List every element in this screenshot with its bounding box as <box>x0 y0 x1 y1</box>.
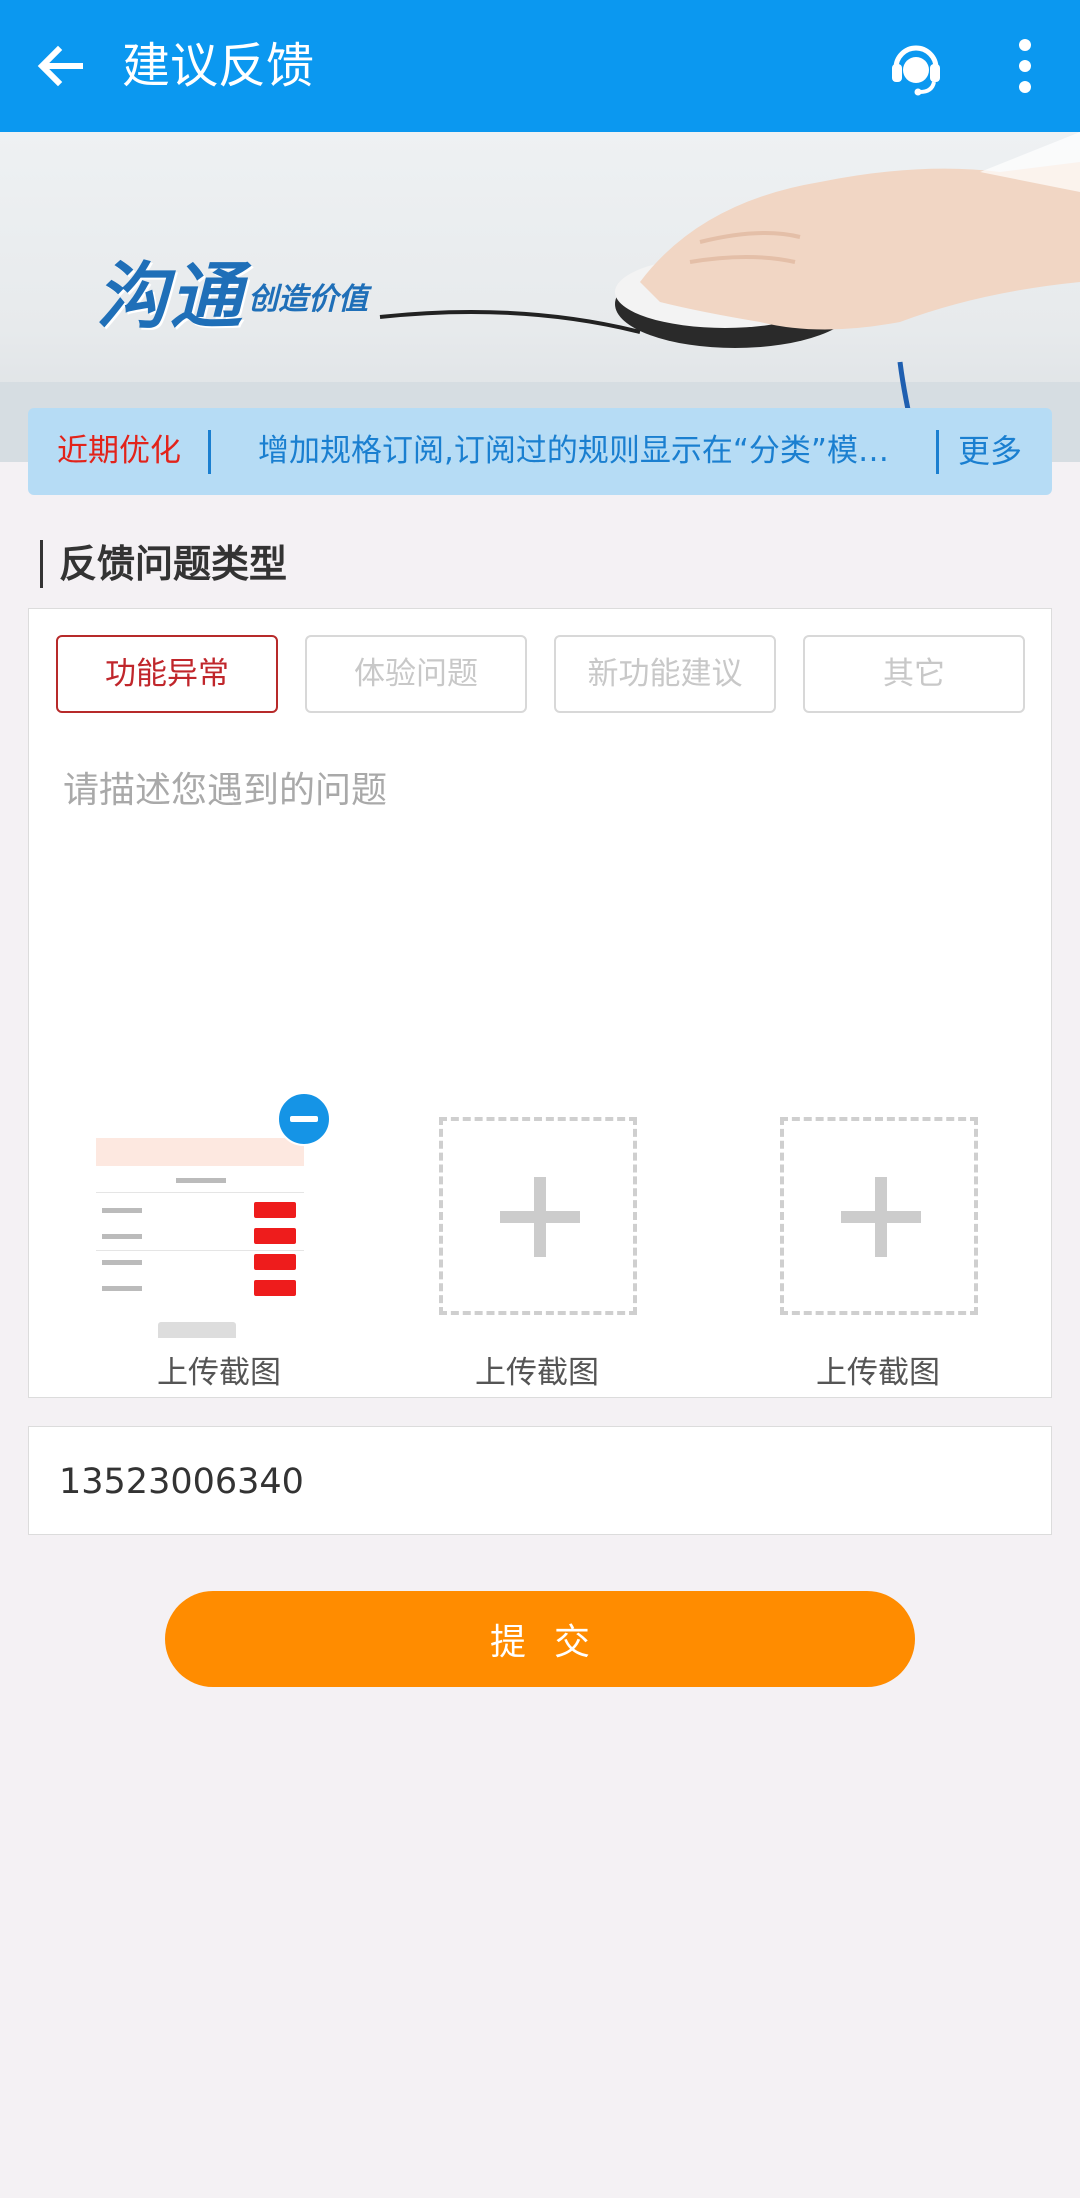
phone-input[interactable] <box>57 1427 1021 1536</box>
minus-icon <box>290 1116 318 1122</box>
page-title: 建议反馈 <box>122 38 315 94</box>
headset-icon <box>892 45 940 96</box>
divider <box>208 430 211 474</box>
description-input[interactable] <box>61 759 1015 1063</box>
type-option-experience[interactable]: 体验问题 <box>305 635 527 713</box>
notice-tag: 近期优化 <box>57 433 181 469</box>
banner-title: 沟通 <box>96 253 245 338</box>
remove-image-button[interactable] <box>277 1092 331 1146</box>
submit-button[interactable]: 提交 <box>165 1591 915 1687</box>
upload-label: 上传截图 <box>157 1355 281 1391</box>
more-vertical-icon <box>1019 39 1031 51</box>
add-image-box[interactable] <box>439 1117 637 1315</box>
contact-field <box>28 1426 1052 1536</box>
notice-text[interactable]: 增加规格订阅,订阅过的规则显示在“分类”模… <box>258 408 938 495</box>
back-button[interactable] <box>30 36 90 96</box>
upload-label: 上传截图 <box>816 1355 940 1391</box>
app-bar: 建议反馈 <box>0 0 1080 132</box>
more-link[interactable]: 更多 <box>958 408 1022 495</box>
section-title: 反馈问题类型 <box>40 540 287 588</box>
screenshot-thumbnail[interactable] <box>96 1138 304 1338</box>
upload-label: 上传截图 <box>475 1355 599 1391</box>
divider <box>936 430 939 474</box>
feedback-card: 功能异常 体验问题 新功能建议 其它 上传截图 上传截图 上传截图 <box>28 608 1052 1398</box>
add-image-box[interactable] <box>780 1117 978 1315</box>
customer-service-button[interactable] <box>884 34 948 98</box>
more-options-button[interactable] <box>1000 34 1050 98</box>
type-option-function-error[interactable]: 功能异常 <box>56 635 278 713</box>
banner-subtitle: 创造价值 <box>248 282 368 317</box>
recent-updates-bar[interactable]: 近期优化 增加规格订阅,订阅过的规则显示在“分类”模… 更多 <box>28 408 1052 495</box>
type-option-new-feature[interactable]: 新功能建议 <box>554 635 776 713</box>
arrow-left-icon <box>37 45 83 87</box>
type-option-other[interactable]: 其它 <box>803 635 1025 713</box>
